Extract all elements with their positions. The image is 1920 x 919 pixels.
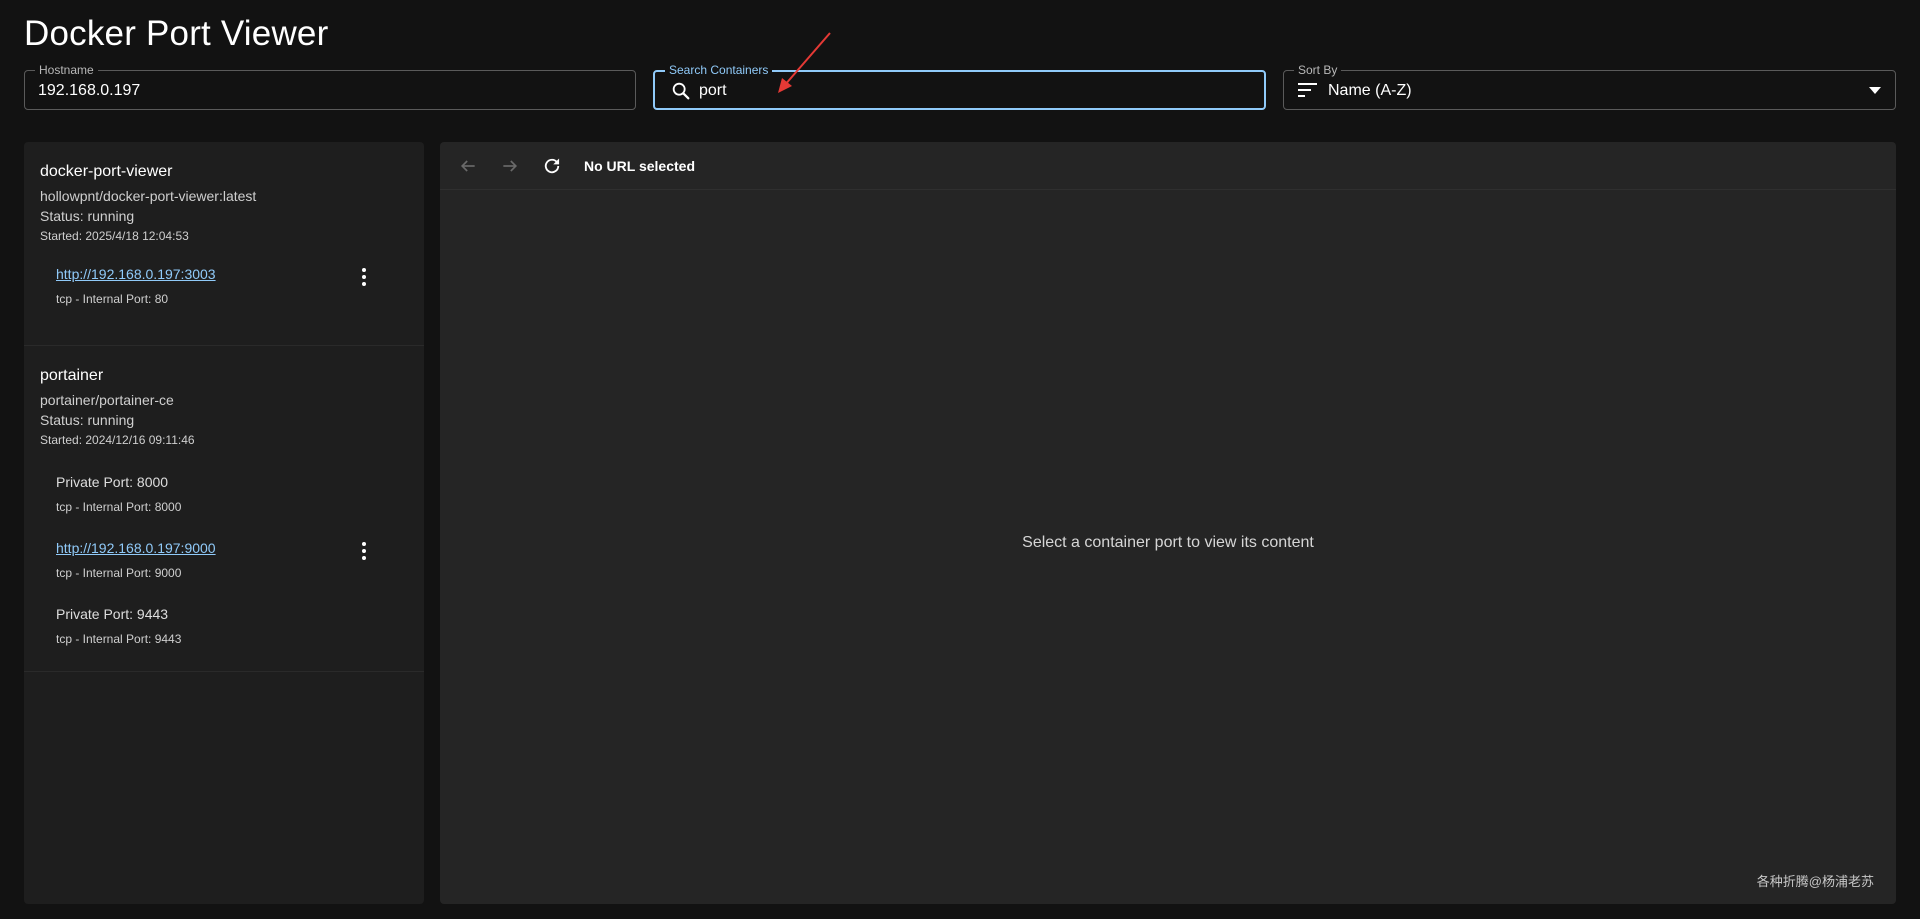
search-containers-label: Search Containers <box>665 62 773 78</box>
port-list: Private Port: 8000 tcp - Internal Port: … <box>40 450 408 672</box>
sort-icon <box>1298 83 1317 97</box>
sort-by-label: Sort By <box>1294 62 1342 78</box>
hostname-label: Hostname <box>35 62 98 78</box>
chevron-down-icon[interactable] <box>1869 87 1881 94</box>
viewer-toolbar: No URL selected <box>440 142 1896 190</box>
sort-by-select[interactable]: Sort By Name (A-Z) <box>1283 62 1896 110</box>
container-list: docker-port-viewer hollowpnt/docker-port… <box>24 142 424 904</box>
search-input[interactable]: port <box>699 81 1219 101</box>
search-icon <box>672 82 690 100</box>
port-link[interactable]: http://192.168.0.197:3003 <box>56 264 408 284</box>
page-title: Docker Port Viewer <box>24 14 329 53</box>
container-name: docker-port-viewer <box>40 163 173 180</box>
container-status: Status: running <box>40 412 135 428</box>
refresh-button[interactable] <box>538 152 566 180</box>
sort-by-value: Name (A-Z) <box>1328 82 1412 99</box>
private-port: Private Port: 8000 <box>56 474 169 490</box>
port-item[interactable]: http://192.168.0.197:9000 tcp - Internal… <box>56 534 408 586</box>
url-label: No URL selected <box>584 157 695 174</box>
more-vert-icon[interactable] <box>358 542 370 560</box>
container-status: Status: running <box>40 208 135 224</box>
port-item: Private Port: 9443 tcp - Internal Port: … <box>56 600 408 652</box>
back-arrow-icon <box>460 159 475 172</box>
port-link[interactable]: http://192.168.0.197:9000 <box>56 538 408 558</box>
container-name: portainer <box>40 367 104 384</box>
container-card: docker-port-viewer hollowpnt/docker-port… <box>24 142 424 346</box>
forward-arrow-icon <box>503 159 518 172</box>
private-port: Private Port: 9443 <box>56 606 169 622</box>
container-image: hollowpnt/docker-port-viewer:latest <box>40 188 257 204</box>
back-button[interactable] <box>454 152 482 180</box>
port-detail: tcp - Internal Port: 80 <box>56 292 169 306</box>
port-detail: tcp - Internal Port: 9443 <box>56 632 182 646</box>
forward-button[interactable] <box>496 152 524 180</box>
container-started: Started: 2024/12/16 09:11:46 <box>40 433 195 447</box>
hostname-input[interactable]: 192.168.0.197 <box>38 81 140 101</box>
port-item[interactable]: http://192.168.0.197:3003 tcp - Internal… <box>56 260 408 312</box>
hostname-field[interactable]: Hostname 192.168.0.197 <box>24 62 636 110</box>
content-viewer: No URL selected Select a container port … <box>440 142 1896 904</box>
search-containers-field[interactable]: Search Containers port <box>653 62 1266 110</box>
port-detail: tcp - Internal Port: 9000 <box>56 566 182 580</box>
container-started: Started: 2025/4/18 12:04:53 <box>40 229 189 243</box>
empty-state-message: Select a container port to view its cont… <box>1022 534 1314 551</box>
container-image: portainer/portainer-ce <box>40 392 174 408</box>
container-card: portainer portainer/portainer-ce Status:… <box>24 346 424 672</box>
more-vert-icon[interactable] <box>358 268 370 286</box>
watermark: 各种折腾@杨浦老苏 <box>1756 874 1874 889</box>
refresh-icon <box>544 158 560 173</box>
port-list: http://192.168.0.197:3003 tcp - Internal… <box>40 246 408 332</box>
port-item: Private Port: 8000 tcp - Internal Port: … <box>56 468 408 520</box>
port-detail: tcp - Internal Port: 8000 <box>56 500 182 514</box>
